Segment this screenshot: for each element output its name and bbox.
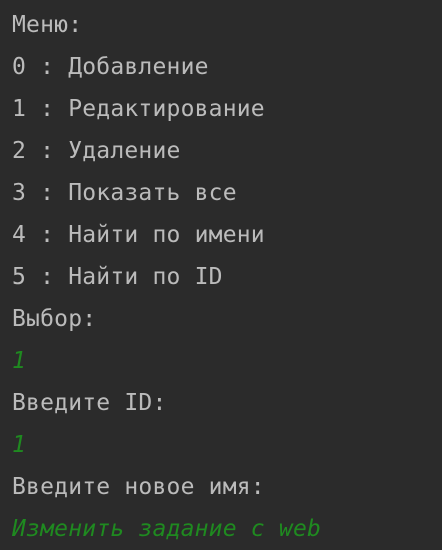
new-name-input[interactable]: Изменить задание с web <box>12 508 442 550</box>
id-prompt: Введите ID: <box>12 390 167 416</box>
choice-input: 1 <box>12 348 27 374</box>
menu-header: Меню: <box>12 12 83 38</box>
menu-option-show-all: 3 : Показать все <box>12 180 237 206</box>
choice-prompt: Выбор: <box>12 306 97 332</box>
menu-option-add: 0 : Добавление <box>12 54 209 80</box>
id-input: 1 <box>12 432 27 458</box>
menu-option-delete: 2 : Удаление <box>12 138 181 164</box>
menu-option-edit: 1 : Редактирование <box>12 96 265 122</box>
menu-option-find-by-name: 4 : Найти по имени <box>12 222 265 248</box>
menu-option-find-by-id: 5 : Найти по ID <box>12 264 223 290</box>
console-output[interactable]: Меню: 0 : Добавление 1 : Редактирование … <box>0 0 442 542</box>
new-name-prompt: Введите новое имя: <box>12 474 265 500</box>
